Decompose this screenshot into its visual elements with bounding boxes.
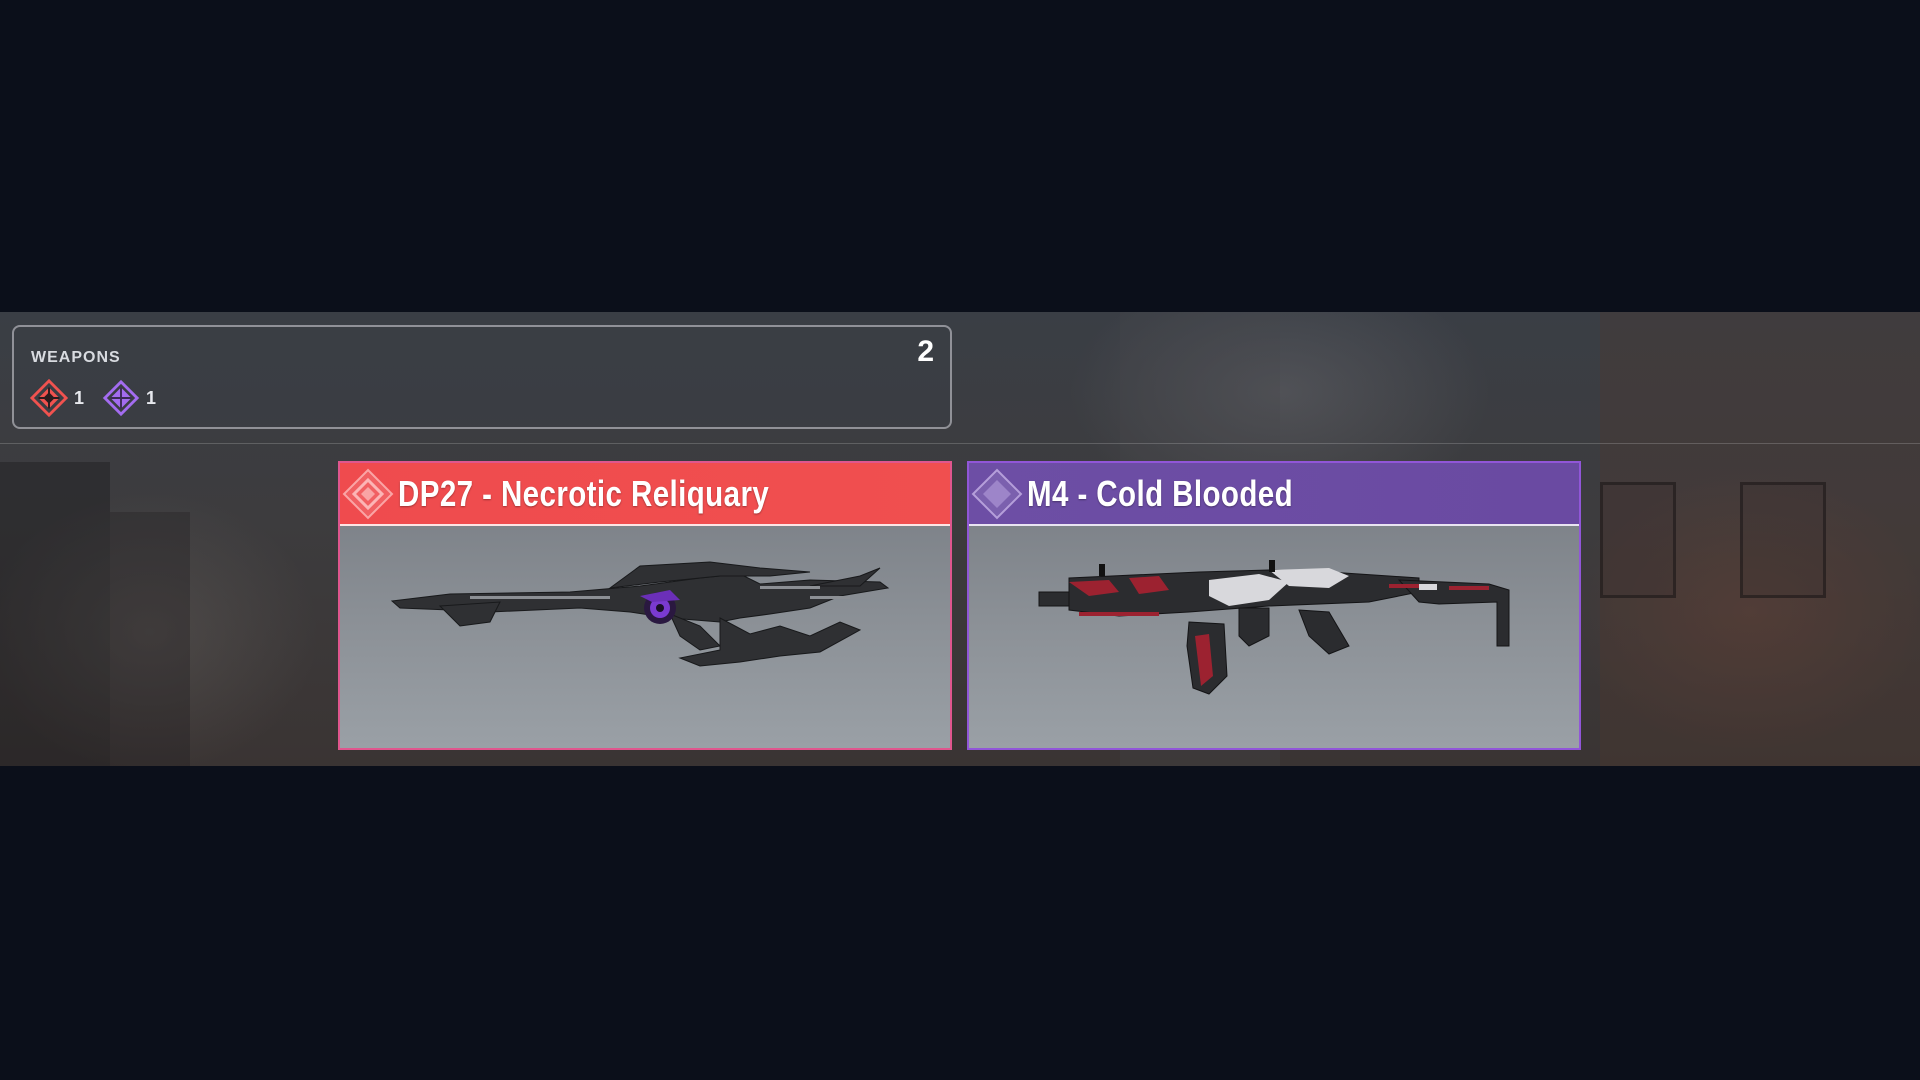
legendary-count: 1 — [74, 387, 85, 408]
summary-title: WEAPONS — [31, 349, 121, 366]
legendary-diamond-icon — [30, 379, 68, 417]
weapon-card-m4[interactable]: M4 - Cold Blooded — [967, 461, 1581, 750]
legendary-diamond-icon — [342, 468, 394, 519]
rarity-legendary: 1 — [30, 379, 84, 417]
dp27-weapon-image — [390, 561, 890, 667]
rarity-epic: 1 — [102, 379, 156, 417]
weapons-summary-panel: WEAPONS 2 1 1 — [12, 325, 952, 429]
epic-diamond-icon — [971, 468, 1023, 519]
epic-count: 1 — [146, 387, 157, 408]
epic-diamond-icon — [102, 379, 140, 417]
m4-weapon-image — [1038, 560, 1510, 695]
weapons-total-count: 2 — [917, 335, 934, 368]
weapon-name: DP27 - Necrotic Reliquary — [398, 472, 770, 514]
band-divider — [0, 443, 1920, 444]
weapon-name: M4 - Cold Blooded — [1027, 472, 1294, 514]
rarity-breakdown: 1 1 — [30, 379, 174, 417]
weapon-card-dp27[interactable]: DP27 - Necrotic Reliquary — [338, 461, 952, 750]
weapon-card-header: DP27 - Necrotic Reliquary — [340, 463, 950, 526]
weapon-card-header: M4 - Cold Blooded — [969, 463, 1579, 526]
